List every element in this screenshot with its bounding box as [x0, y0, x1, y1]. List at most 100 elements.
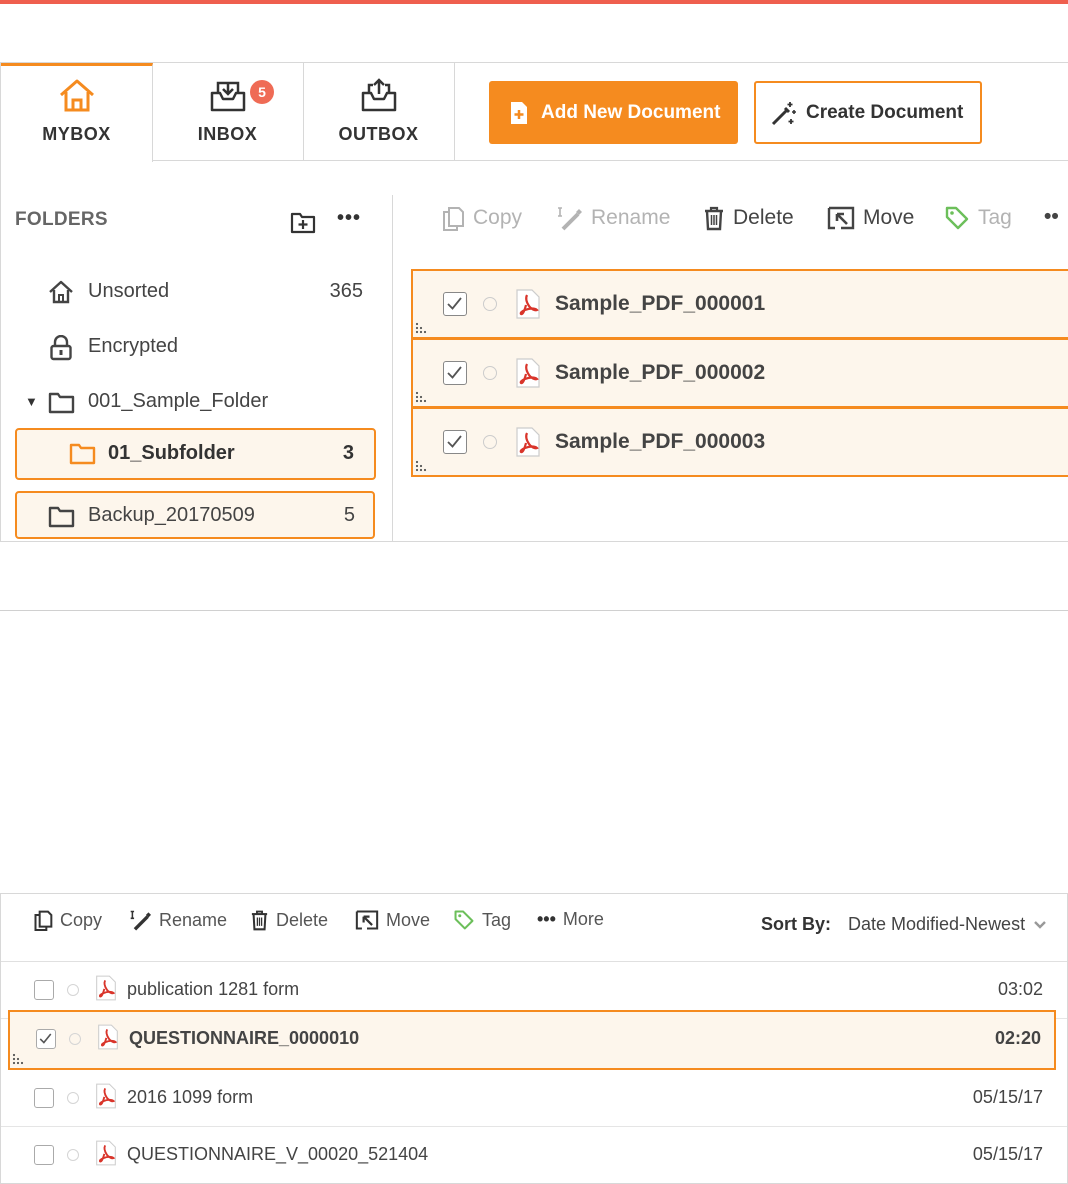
lock-icon: [50, 335, 72, 361]
inbox-download-icon: [210, 81, 245, 112]
drag-handle-icon[interactable]: [415, 459, 429, 473]
folder-icon: [48, 392, 75, 414]
row-checkbox[interactable]: [443, 361, 467, 385]
pdf-file-icon: [96, 975, 116, 1001]
row-checkbox[interactable]: [36, 1029, 56, 1049]
pencil-icon: [558, 207, 582, 231]
add-folder-icon[interactable]: [290, 210, 316, 234]
file-name: QUESTIONNAIRE_V_00020_521404: [127, 1144, 429, 1164]
add-document-icon: [511, 101, 527, 124]
tab-label: OUTBOX: [338, 124, 419, 144]
tag-button[interactable]: Tag: [944, 205, 1012, 231]
copy-button[interactable]: Copy: [441, 205, 522, 231]
move-label: Move: [863, 206, 915, 229]
rename-button[interactable]: Rename: [128, 909, 227, 931]
expand-caret-icon[interactable]: ▼: [25, 394, 38, 409]
folders-header: FOLDERS: [15, 209, 108, 230]
folder-name: 01_Subfolder: [108, 442, 235, 464]
add-new-document-label: Add New Document: [541, 101, 721, 123]
file-row[interactable]: Sample_PDF_000001: [411, 269, 1068, 339]
file-row[interactable]: Sample_PDF_000002: [411, 338, 1068, 408]
file-date: 03:02: [997, 979, 1043, 999]
pdf-file-icon: [516, 358, 540, 388]
file-name: Sample_PDF_000003: [555, 430, 766, 453]
row-checkbox[interactable]: [34, 980, 54, 1000]
rename-button[interactable]: Rename: [555, 205, 670, 231]
move-button[interactable]: Move: [827, 205, 914, 231]
file-date: 05/15/17: [972, 1087, 1043, 1107]
chevron-down-icon: [1034, 920, 1046, 929]
folder-name: 001_Sample_Folder: [88, 390, 269, 412]
folder-icon: [69, 443, 96, 465]
folder-item-backup[interactable]: Backup_20170509 5: [1, 492, 393, 540]
delete-label: Delete: [733, 206, 794, 229]
checkmark-icon: [447, 435, 462, 448]
more-actions-button[interactable]: ••: [1044, 205, 1059, 229]
file-row[interactable]: Sample_PDF_000003: [411, 407, 1068, 477]
tab-outbox[interactable]: OUTBOX: [303, 63, 455, 161]
file-date: 02:20: [994, 1028, 1041, 1048]
tab-label: MYBOX: [42, 124, 111, 144]
move-icon: [355, 910, 379, 930]
row-checkbox[interactable]: [34, 1145, 54, 1165]
file-name: 2016 1099 form: [127, 1087, 254, 1107]
file-name: Sample_PDF_000001: [555, 292, 766, 315]
magic-wand-icon: [771, 101, 796, 125]
more-label: More: [562, 909, 604, 929]
move-icon: [827, 206, 855, 230]
file-name: QUESTIONNAIRE_0000010: [129, 1028, 360, 1048]
more-button[interactable]: ••• More: [537, 909, 604, 930]
folder-sidebar: FOLDERS ••• Unsorted 365 Encrypted ▼ 001…: [1, 195, 393, 542]
pdf-file-icon: [516, 427, 540, 457]
row-status-dot: [483, 435, 497, 449]
home-icon: [49, 280, 73, 304]
file-toolbar-bottom: Copy Rename Delete Move Tag ••• More Sor…: [1, 894, 1067, 962]
move-button[interactable]: Move: [355, 909, 430, 931]
drag-handle-icon[interactable]: [415, 390, 429, 404]
file-row[interactable]: QUESTIONNAIRE_V_00020_521404 05/15/17: [1, 1127, 1067, 1184]
row-checkbox[interactable]: [443, 430, 467, 454]
checkmark-icon: [447, 297, 462, 310]
tag-label: Tag: [978, 206, 1012, 229]
inbox-count-badge: 5: [250, 80, 274, 104]
file-toolbar: Copy Rename Delete Move Tag ••: [393, 195, 1068, 245]
folder-name: Encrypted: [88, 335, 179, 357]
folder-name: Unsorted: [88, 280, 170, 302]
file-row-selected[interactable]: QUESTIONNAIRE_0000010 02:20: [8, 1010, 1056, 1070]
folder-item-01-subfolder-selected[interactable]: 01_Subfolder 3: [15, 428, 376, 480]
row-checkbox[interactable]: [443, 292, 467, 316]
row-status-dot: [67, 984, 79, 996]
file-name: publication 1281 form: [127, 979, 300, 999]
pdf-file-icon: [96, 1140, 116, 1166]
create-document-label: Create Document: [806, 101, 964, 123]
folder-count: 3: [342, 442, 354, 464]
folder-count: 5: [343, 504, 355, 526]
folder-item-unsorted[interactable]: Unsorted 365: [1, 268, 393, 316]
pdf-file-icon: [96, 1083, 116, 1109]
more-dots: ••: [1044, 205, 1059, 228]
tag-label: Tag: [482, 909, 512, 930]
drag-handle-icon[interactable]: [415, 321, 429, 335]
tag-button[interactable]: Tag: [453, 909, 511, 931]
checkmark-icon: [39, 1033, 52, 1044]
tab-inbox[interactable]: 5 INBOX: [152, 63, 304, 161]
pencil-icon: [130, 910, 151, 931]
delete-button[interactable]: Delete: [703, 205, 794, 231]
copy-button[interactable]: Copy: [33, 909, 102, 931]
drag-handle-icon[interactable]: [12, 1052, 26, 1066]
section-divider: [0, 610, 1068, 611]
folders-more-button[interactable]: •••: [337, 207, 361, 230]
add-new-document-button[interactable]: Add New Document: [489, 81, 738, 144]
sort-select[interactable]: Date Modified-Newest: [848, 914, 1047, 935]
trash-icon: [251, 910, 268, 931]
pdf-file-icon: [516, 289, 540, 319]
delete-button[interactable]: Delete: [250, 909, 328, 931]
folder-item-001-sample-folder[interactable]: ▼ 001_Sample_Folder: [1, 378, 393, 426]
copy-label: Copy: [473, 206, 523, 229]
tab-mybox[interactable]: MYBOX: [1, 63, 153, 162]
file-row[interactable]: 2016 1099 form 05/15/17: [1, 1070, 1067, 1127]
create-document-button[interactable]: Create Document: [754, 81, 982, 144]
folder-name: Backup_20170509: [88, 504, 255, 526]
folder-item-encrypted[interactable]: Encrypted: [1, 323, 393, 371]
row-checkbox[interactable]: [34, 1088, 54, 1108]
